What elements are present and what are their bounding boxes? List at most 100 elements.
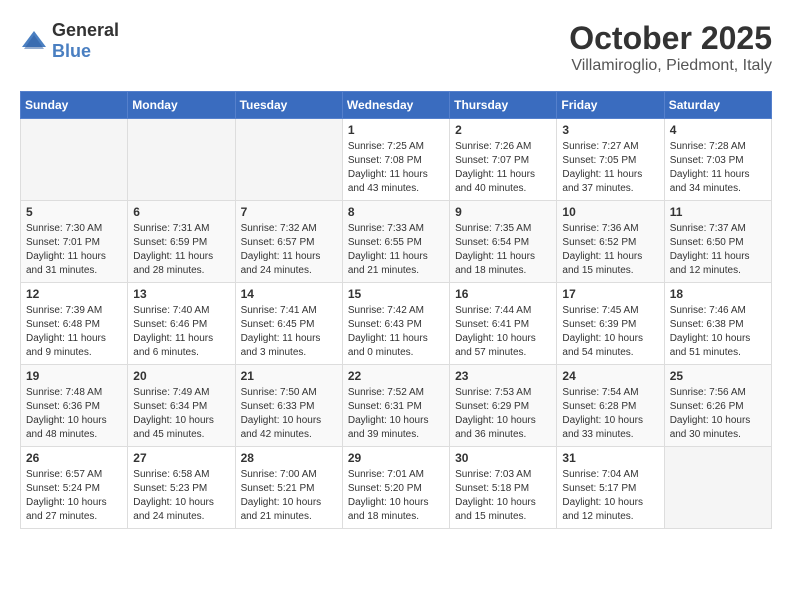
- day-info: Sunrise: 7:42 AM Sunset: 6:43 PM Dayligh…: [348, 304, 444, 360]
- table-row: 22 Sunrise: 7:52 AM Sunset: 6:31 PM Dayli…: [342, 365, 449, 447]
- day-number: 18: [670, 287, 766, 301]
- day-number: 30: [455, 451, 551, 465]
- day-info: Sunrise: 7:03 AM Sunset: 5:18 PM Dayligh…: [455, 468, 551, 524]
- table-row: 23 Sunrise: 7:53 AM Sunset: 6:29 PM Dayli…: [450, 365, 557, 447]
- day-number: 2: [455, 123, 551, 137]
- day-info: Sunrise: 7:33 AM Sunset: 6:55 PM Dayligh…: [348, 222, 444, 278]
- day-info: Sunrise: 7:25 AM Sunset: 7:08 PM Dayligh…: [348, 140, 444, 196]
- logo: General Blue: [20, 20, 119, 62]
- day-info: Sunrise: 7:26 AM Sunset: 7:07 PM Dayligh…: [455, 140, 551, 196]
- day-number: 22: [348, 369, 444, 383]
- calendar-table: Sunday Monday Tuesday Wednesday Thursday…: [20, 91, 772, 529]
- table-row: [128, 119, 235, 201]
- table-row: 12 Sunrise: 7:39 AM Sunset: 6:48 PM Dayli…: [21, 283, 128, 365]
- table-row: 7 Sunrise: 7:32 AM Sunset: 6:57 PM Daylig…: [235, 201, 342, 283]
- header-monday: Monday: [128, 92, 235, 119]
- table-row: 25Sunrise: 7:56 AM Sunset: 6:26 PM Dayli…: [664, 365, 771, 447]
- table-row: 27 Sunrise: 6:58 AM Sunset: 5:23 PM Dayli…: [128, 447, 235, 529]
- day-info: Sunrise: 7:56 AM Sunset: 6:26 PM Dayligh…: [670, 386, 766, 442]
- day-info: Sunrise: 7:44 AM Sunset: 6:41 PM Dayligh…: [455, 304, 551, 360]
- table-row: 18 Sunrise: 7:46 AM Sunset: 6:38 PM Dayli…: [664, 283, 771, 365]
- day-info: Sunrise: 6:58 AM Sunset: 5:23 PM Dayligh…: [133, 468, 229, 524]
- table-row: 6Sunrise: 7:31 AM Sunset: 6:59 PM Daylig…: [128, 201, 235, 283]
- day-info: Sunrise: 7:37 AM Sunset: 6:50 PM Dayligh…: [670, 222, 766, 278]
- day-number: 4: [670, 123, 766, 137]
- day-number: 1: [348, 123, 444, 137]
- logo-general: General: [52, 20, 119, 40]
- table-row: 1 Sunrise: 7:25 AM Sunset: 7:08 PM Daylig…: [342, 119, 449, 201]
- table-row: 9 Sunrise: 7:35 AM Sunset: 6:54 PM Daylig…: [450, 201, 557, 283]
- table-row: 16 Sunrise: 7:44 AM Sunset: 6:41 PM Dayli…: [450, 283, 557, 365]
- header-friday: Friday: [557, 92, 664, 119]
- day-info: Sunrise: 7:39 AM Sunset: 6:48 PM Dayligh…: [26, 304, 122, 360]
- day-info: Sunrise: 7:04 AM Sunset: 5:17 PM Dayligh…: [562, 468, 658, 524]
- day-info: Sunrise: 7:30 AM Sunset: 7:01 PM Dayligh…: [26, 222, 122, 278]
- day-info: Sunrise: 7:36 AM Sunset: 6:52 PM Dayligh…: [562, 222, 658, 278]
- table-row: 8 Sunrise: 7:33 AM Sunset: 6:55 PM Daylig…: [342, 201, 449, 283]
- day-info: Sunrise: 6:57 AM Sunset: 5:24 PM Dayligh…: [26, 468, 122, 524]
- day-info: Sunrise: 7:52 AM Sunset: 6:31 PM Dayligh…: [348, 386, 444, 442]
- day-info: Sunrise: 7:50 AM Sunset: 6:33 PM Dayligh…: [241, 386, 337, 442]
- day-info: Sunrise: 7:32 AM Sunset: 6:57 PM Dayligh…: [241, 222, 337, 278]
- table-row: 4 Sunrise: 7:28 AM Sunset: 7:03 PM Daylig…: [664, 119, 771, 201]
- day-number: 5: [26, 205, 122, 219]
- table-row: 31 Sunrise: 7:04 AM Sunset: 5:17 PM Dayli…: [557, 447, 664, 529]
- day-info: Sunrise: 7:48 AM Sunset: 6:36 PM Dayligh…: [26, 386, 122, 442]
- table-row: 11 Sunrise: 7:37 AM Sunset: 6:50 PM Dayli…: [664, 201, 771, 283]
- table-row: 2 Sunrise: 7:26 AM Sunset: 7:07 PM Daylig…: [450, 119, 557, 201]
- day-number: 17: [562, 287, 658, 301]
- day-number: 31: [562, 451, 658, 465]
- logo-blue: Blue: [52, 41, 91, 61]
- table-row: 19Sunrise: 7:48 AM Sunset: 6:36 PM Dayli…: [21, 365, 128, 447]
- day-number: 16: [455, 287, 551, 301]
- table-row: [664, 447, 771, 529]
- day-number: 21: [241, 369, 337, 383]
- calendar-week-2: 5 Sunrise: 7:30 AM Sunset: 7:01 PM Daylig…: [21, 201, 772, 283]
- calendar-week-1: 1 Sunrise: 7:25 AM Sunset: 7:08 PM Daylig…: [21, 119, 772, 201]
- day-info: Sunrise: 7:01 AM Sunset: 5:20 PM Dayligh…: [348, 468, 444, 524]
- day-number: 27: [133, 451, 229, 465]
- calendar-week-4: 19Sunrise: 7:48 AM Sunset: 6:36 PM Dayli…: [21, 365, 772, 447]
- day-number: 8: [348, 205, 444, 219]
- table-row: 21 Sunrise: 7:50 AM Sunset: 6:33 PM Dayli…: [235, 365, 342, 447]
- table-row: 24Sunrise: 7:54 AM Sunset: 6:28 PM Dayli…: [557, 365, 664, 447]
- day-info: Sunrise: 7:35 AM Sunset: 6:54 PM Dayligh…: [455, 222, 551, 278]
- header-thursday: Thursday: [450, 92, 557, 119]
- table-row: 29 Sunrise: 7:01 AM Sunset: 5:20 PM Dayli…: [342, 447, 449, 529]
- day-number: 29: [348, 451, 444, 465]
- day-info: Sunrise: 7:53 AM Sunset: 6:29 PM Dayligh…: [455, 386, 551, 442]
- day-info: Sunrise: 7:46 AM Sunset: 6:38 PM Dayligh…: [670, 304, 766, 360]
- day-number: 3: [562, 123, 658, 137]
- header-tuesday: Tuesday: [235, 92, 342, 119]
- day-info: Sunrise: 7:28 AM Sunset: 7:03 PM Dayligh…: [670, 140, 766, 196]
- title-block: October 2025 Villamiroglio, Piedmont, It…: [569, 20, 772, 75]
- day-number: 13: [133, 287, 229, 301]
- day-number: 9: [455, 205, 551, 219]
- table-row: 13Sunrise: 7:40 AM Sunset: 6:46 PM Dayli…: [128, 283, 235, 365]
- table-row: 3 Sunrise: 7:27 AM Sunset: 7:05 PM Daylig…: [557, 119, 664, 201]
- day-number: 12: [26, 287, 122, 301]
- table-row: [21, 119, 128, 201]
- day-number: 28: [241, 451, 337, 465]
- day-info: Sunrise: 7:41 AM Sunset: 6:45 PM Dayligh…: [241, 304, 337, 360]
- day-number: 11: [670, 205, 766, 219]
- header-wednesday: Wednesday: [342, 92, 449, 119]
- table-row: 20Sunrise: 7:49 AM Sunset: 6:34 PM Dayli…: [128, 365, 235, 447]
- day-number: 23: [455, 369, 551, 383]
- table-row: 28Sunrise: 7:00 AM Sunset: 5:21 PM Dayli…: [235, 447, 342, 529]
- day-info: Sunrise: 7:45 AM Sunset: 6:39 PM Dayligh…: [562, 304, 658, 360]
- day-info: Sunrise: 7:49 AM Sunset: 6:34 PM Dayligh…: [133, 386, 229, 442]
- table-row: 5 Sunrise: 7:30 AM Sunset: 7:01 PM Daylig…: [21, 201, 128, 283]
- table-row: 10Sunrise: 7:36 AM Sunset: 6:52 PM Dayli…: [557, 201, 664, 283]
- day-number: 15: [348, 287, 444, 301]
- header-sunday: Sunday: [21, 92, 128, 119]
- day-info: Sunrise: 7:27 AM Sunset: 7:05 PM Dayligh…: [562, 140, 658, 196]
- table-row: 30 Sunrise: 7:03 AM Sunset: 5:18 PM Dayli…: [450, 447, 557, 529]
- table-row: 17 Sunrise: 7:45 AM Sunset: 6:39 PM Dayli…: [557, 283, 664, 365]
- month-title: October 2025: [569, 20, 772, 57]
- calendar-week-5: 26Sunrise: 6:57 AM Sunset: 5:24 PM Dayli…: [21, 447, 772, 529]
- day-info: Sunrise: 7:54 AM Sunset: 6:28 PM Dayligh…: [562, 386, 658, 442]
- day-number: 7: [241, 205, 337, 219]
- page-header: General Blue October 2025 Villamiroglio,…: [20, 20, 772, 75]
- table-row: 14Sunrise: 7:41 AM Sunset: 6:45 PM Dayli…: [235, 283, 342, 365]
